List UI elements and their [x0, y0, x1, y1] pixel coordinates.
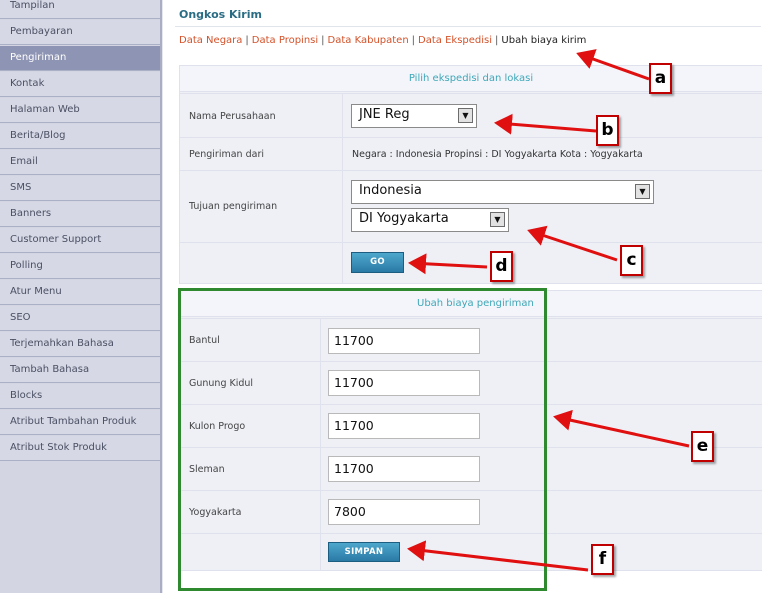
arrow-b	[494, 113, 597, 135]
annotation-label-f: f	[591, 544, 614, 575]
annotation-label-a: a	[649, 63, 672, 94]
annotation-label-b: b	[596, 115, 619, 146]
arrow-e	[553, 409, 690, 448]
arrow-d	[408, 253, 488, 275]
annotation-label-c: c	[620, 245, 643, 276]
annotation-arrows	[407, 49, 690, 572]
annotation-label-e: e	[691, 431, 714, 462]
arrow-a	[576, 49, 650, 81]
annotation-label-d: d	[490, 251, 513, 282]
arrow-c	[527, 225, 618, 262]
arrow-f	[407, 540, 589, 572]
